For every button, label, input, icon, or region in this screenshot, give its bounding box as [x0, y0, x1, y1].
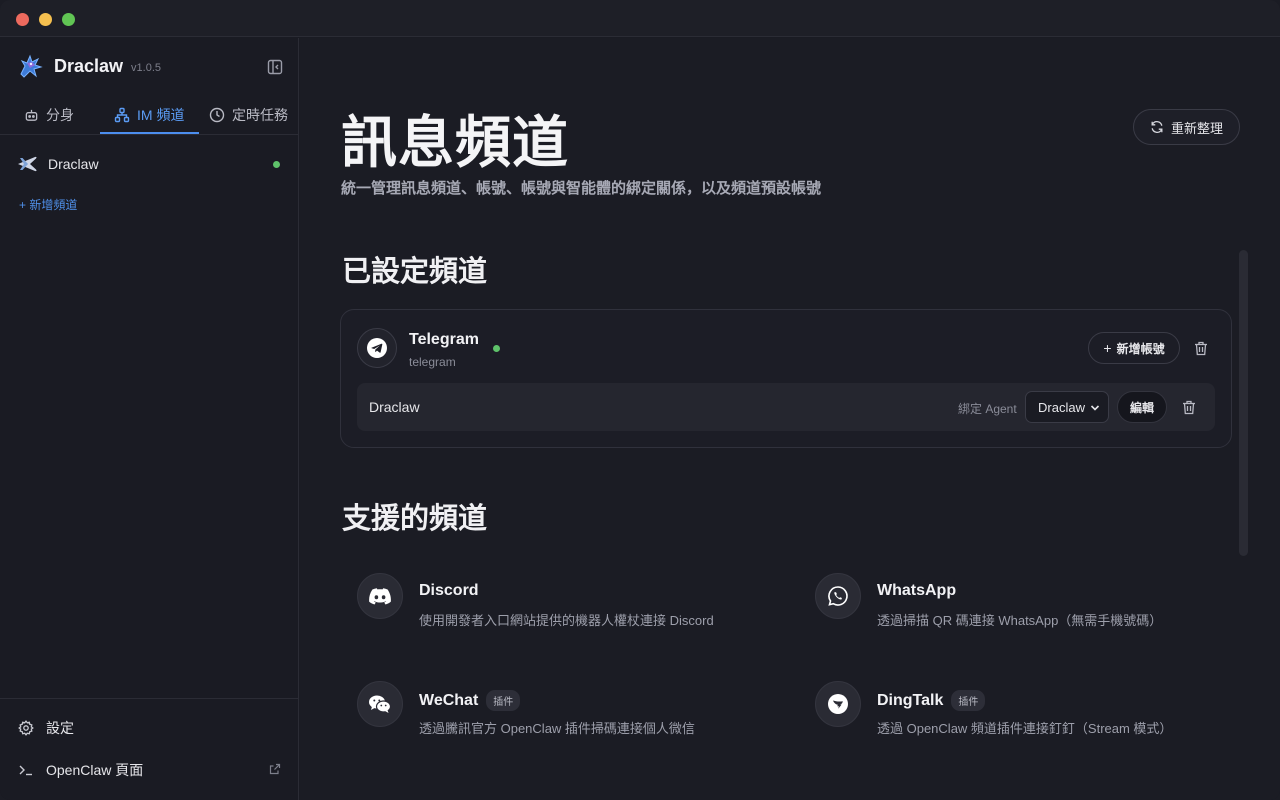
terminal-icon: [19, 765, 32, 776]
whatsapp-icon-badge: [815, 573, 861, 619]
configured-channel-card: Telegram telegram + 新增帳號 Draclaw 綁定 Agen…: [340, 309, 1232, 448]
network-icon: [114, 107, 130, 123]
channel-name: Telegram: [409, 331, 479, 348]
bind-agent-label: 綁定 Agent: [958, 402, 1017, 416]
supported-channel-dingtalk[interactable]: DingTalk 插件 透過 OpenClaw 頻道插件連接釘釘（Stream …: [815, 681, 1235, 741]
tab-label: IM 頻道: [137, 107, 185, 123]
supported-channels-heading: 支援的頻道: [342, 501, 488, 535]
add-account-button[interactable]: + 新增帳號: [1088, 332, 1180, 364]
channel-description: 透過掃描 QR 碼連接 WhatsApp（無需手機號碼）: [877, 613, 1163, 628]
active-tab-indicator: [100, 132, 199, 134]
tab-label: 分身: [46, 107, 74, 123]
sidebar-item-label: Draclaw: [48, 156, 99, 172]
agent-select[interactable]: Draclaw: [1025, 391, 1109, 423]
close-window-button[interactable]: [16, 13, 29, 26]
agent-select-value: Draclaw: [1038, 399, 1085, 415]
minimize-window-button[interactable]: [39, 13, 52, 26]
delete-account-button[interactable]: [1179, 397, 1199, 417]
dingtalk-icon-badge: [815, 681, 861, 727]
trash-icon: [1195, 341, 1207, 355]
refresh-button[interactable]: 重新整理: [1133, 109, 1240, 145]
channel-description: 透過 OpenClaw 頻道插件連接釘釘（Stream 模式）: [877, 721, 1173, 736]
online-status-dot: [273, 161, 280, 168]
clock-icon: [209, 107, 225, 123]
settings-label: 設定: [46, 720, 74, 736]
settings-button[interactable]: 設定: [18, 717, 74, 739]
tab-avatars[interactable]: 分身: [24, 96, 74, 134]
tab-scheduled-tasks[interactable]: 定時任務: [209, 96, 288, 134]
collapse-sidebar-button[interactable]: [264, 56, 286, 78]
airplane-icon: [18, 156, 37, 172]
page-subtitle: 統一管理訊息頻道、帳號、帳號與智能體的綁定關係，以及頻道預設帳號: [341, 180, 822, 197]
dingtalk-icon: [828, 694, 848, 714]
gear-icon: [18, 720, 34, 736]
sidebar-tabs: 分身 IM 頻道 定時任務: [0, 96, 299, 135]
delete-channel-button[interactable]: [1191, 338, 1211, 358]
telegram-icon: [367, 338, 387, 358]
title-bar: [0, 0, 1280, 37]
page-title: 訊息頻道: [341, 110, 569, 176]
dragon-logo-icon: [20, 54, 43, 78]
channel-description: 使用開發者入口網站提供的機器人權杖連接 Discord: [419, 613, 714, 628]
supported-channel-whatsapp[interactable]: WhatsApp 透過掃描 QR 碼連接 WhatsApp（無需手機號碼）: [815, 573, 1235, 633]
wechat-icon-badge: [357, 681, 403, 727]
sidebar-collapse-icon: [267, 59, 283, 75]
edit-account-button[interactable]: 編輯: [1117, 391, 1167, 423]
add-channel-link[interactable]: + 新增頻道: [19, 196, 77, 213]
openclaw-page-label: OpenClaw 頁面: [46, 762, 144, 778]
chevron-down-icon: [1090, 405, 1100, 411]
channel-name: WeChat 插件: [419, 690, 521, 711]
channel-name: DingTalk 插件: [877, 690, 986, 711]
channel-id: telegram: [409, 355, 456, 369]
app-window: Draclaw v1.0.5 分身 IM 頻道 定時任務 Draclaw + 新…: [0, 0, 1280, 800]
channel-name: WhatsApp: [877, 582, 956, 600]
discord-icon: [369, 587, 391, 604]
plugin-badge: 插件: [486, 690, 521, 711]
channel-name-text: WeChat: [419, 691, 479, 709]
channel-description: 透過騰訊官方 OpenClaw 插件掃碼連接個人微信: [419, 721, 695, 736]
plus-icon: +: [1103, 340, 1112, 356]
supported-channel-discord[interactable]: Discord 使用開發者入口網站提供的機器人權杖連接 Discord: [357, 573, 777, 633]
channel-name-text: WhatsApp: [877, 582, 957, 599]
discord-icon-badge: [357, 573, 403, 619]
refresh-label: 重新整理: [1170, 120, 1223, 136]
sidebar-item-draclaw[interactable]: Draclaw: [16, 152, 284, 176]
account-name: Draclaw: [369, 399, 420, 415]
configured-channels-heading: 已設定頻道: [342, 254, 488, 288]
account-row: Draclaw 綁定 Agent Draclaw 編輯: [357, 383, 1215, 431]
scrollbar-thumb[interactable]: [1239, 250, 1248, 556]
whatsapp-icon: [828, 586, 848, 606]
plugin-badge: 插件: [951, 690, 986, 711]
channel-name-text: Discord: [419, 582, 479, 599]
tab-im-channels[interactable]: IM 頻道: [114, 96, 184, 134]
sidebar-footer: 設定 OpenClaw 頁面: [0, 698, 299, 800]
channel-name-text: DingTalk: [877, 691, 944, 709]
openclaw-page-link[interactable]: OpenClaw 頁面: [18, 759, 143, 781]
main-content: 訊息頻道 統一管理訊息頻道、帳號、帳號與智能體的綁定關係，以及頻道預設帳號 重新…: [300, 38, 1280, 800]
trash-icon: [1183, 400, 1195, 414]
channel-name: Discord: [419, 582, 479, 600]
sidebar: Draclaw v1.0.5 分身 IM 頻道 定時任務 Draclaw + 新…: [0, 38, 299, 800]
tab-label: 定時任務: [232, 107, 288, 123]
add-account-label: 新增帳號: [1116, 341, 1165, 356]
app-name: Draclaw: [54, 55, 124, 76]
app-version: v1.0.5: [131, 61, 162, 74]
brand: Draclaw v1.0.5: [16, 52, 161, 80]
wechat-icon: [369, 695, 392, 713]
telegram-icon-badge: [357, 328, 397, 368]
supported-channel-wechat[interactable]: WeChat 插件 透過騰訊官方 OpenClaw 插件掃碼連接個人微信: [357, 681, 777, 741]
online-status-dot: [493, 345, 500, 352]
robot-icon: [25, 109, 38, 121]
external-link-icon: [269, 763, 281, 775]
refresh-icon: [1151, 121, 1163, 133]
maximize-window-button[interactable]: [62, 13, 75, 26]
